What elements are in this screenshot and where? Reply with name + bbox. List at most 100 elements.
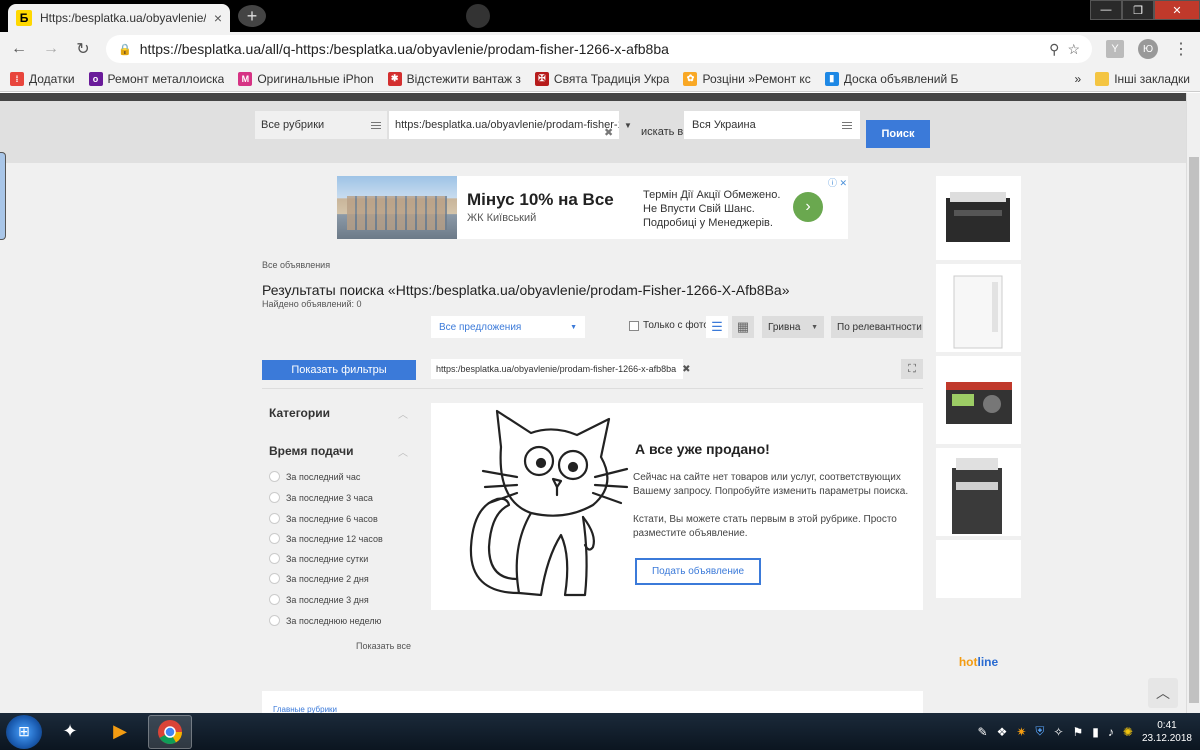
avast-icon[interactable]: ✷ <box>1016 725 1026 739</box>
radio-button[interactable] <box>269 471 280 482</box>
categories-heading[interactable]: Категории <box>269 406 330 420</box>
bag-icon: ▮ <box>824 71 839 86</box>
time-option[interactable]: За последние 2 дня <box>269 573 369 584</box>
clock[interactable]: 0:41 23.12.2018 <box>1142 719 1192 745</box>
currency-select[interactable]: Гривна ▼ <box>762 316 824 338</box>
search-dropdown-caret-icon[interactable]: ▼ <box>621 111 635 139</box>
scroll-to-top-button[interactable]: ︿ <box>1148 678 1178 708</box>
site-header-strip <box>0 93 1186 101</box>
cross-icon: ✠ <box>534 71 549 86</box>
time-option[interactable]: За последнюю неделю <box>269 615 381 626</box>
sort-select[interactable]: По релевантности ▼ <box>831 316 923 338</box>
bookmark-star-icon[interactable]: ☆ <box>1067 41 1080 58</box>
time-option[interactable]: За последние 12 часов <box>269 533 383 544</box>
profile-avatar[interactable]: Ю <box>1138 39 1158 59</box>
clock-date: 23.12.2018 <box>1141 732 1192 744</box>
search-input[interactable]: https:/besplatka.ua/obyavlenie/prodam-fi… <box>389 111 619 139</box>
ad-chevron-right-icon[interactable]: › <box>793 192 823 222</box>
search-button[interactable]: Поиск <box>866 120 930 148</box>
bookmarks-overflow-button[interactable]: » <box>1075 72 1082 86</box>
wand-tray-icon[interactable]: ✧ <box>1053 725 1063 739</box>
breadcrumb[interactable]: Все объявления <box>262 260 330 270</box>
checkbox-box[interactable] <box>629 320 639 331</box>
reload-icon[interactable]: ↻ <box>74 40 92 58</box>
radio-button[interactable] <box>269 513 280 524</box>
forward-arrow-icon[interactable]: → <box>42 40 60 58</box>
adchoices-icon[interactable]: ⓘ ✕ <box>828 176 847 189</box>
bookmark-item[interactable]: ✠ Свята Традиція Укра <box>534 71 669 86</box>
shield-icon[interactable]: ⛨ <box>1035 724 1044 739</box>
bookmark-item[interactable]: M Оригинальные iPhon <box>238 71 374 86</box>
radio-button[interactable] <box>269 533 280 544</box>
time-option[interactable]: За последний час <box>269 471 360 482</box>
main-categories-link[interactable]: Главные рубрики <box>273 705 337 713</box>
edge-widget[interactable] <box>0 152 6 240</box>
flag-icon[interactable]: ⚑ <box>1073 725 1084 739</box>
chrome-icon[interactable] <box>148 714 192 749</box>
other-bookmarks[interactable]: Інші закладки <box>1095 71 1190 86</box>
minimize-button[interactable]: — <box>1090 0 1122 20</box>
ad-description: Термін Дії Акції Обмежено. Не Впусти Сві… <box>643 189 781 229</box>
bookmark-item[interactable]: o Ремонт металлоиска <box>88 71 224 86</box>
radio-button[interactable] <box>269 615 280 626</box>
search-where-label: искать в <box>641 126 684 138</box>
back-arrow-icon[interactable]: ← <box>10 40 28 58</box>
binoculars-icon[interactable]: ⛶ <box>901 359 923 379</box>
zoom-icon[interactable]: ⚲ <box>1049 41 1059 58</box>
list-menu-icon <box>842 121 852 129</box>
new-tab-button[interactable]: + <box>238 5 266 27</box>
side-ad-copier[interactable] <box>936 176 1021 264</box>
time-option[interactable]: За последние сутки <box>269 553 368 564</box>
remove-tag-icon[interactable]: ✖ <box>682 364 690 375</box>
region-select[interactable]: Вся Украина <box>684 111 860 139</box>
offers-select[interactable]: Все предложения ▼ <box>431 316 585 338</box>
scrollbar-thumb[interactable] <box>1189 157 1199 703</box>
novaposhta-icon: ✱ <box>387 71 402 86</box>
post-ad-button[interactable]: Подать объявление <box>635 558 761 585</box>
bookmark-item[interactable]: ✱ Відстежити вантаж з <box>387 71 521 86</box>
time-heading[interactable]: Время подачи <box>269 444 353 458</box>
maximize-button[interactable]: ❐ <box>1122 0 1154 20</box>
clear-search-icon[interactable]: ✖ <box>604 126 613 139</box>
show-all-link[interactable]: Показать все <box>356 641 411 651</box>
side-ad-dehumidifier[interactable] <box>936 268 1021 356</box>
tab-close-icon[interactable]: × <box>214 10 222 26</box>
address-bar-url[interactable]: https://besplatka.ua/all/q-https:/bespla… <box>140 41 1041 57</box>
radio-button[interactable] <box>269 492 280 503</box>
time-option[interactable]: За последние 6 часов <box>269 513 378 524</box>
category-select[interactable]: Все рубрики <box>255 111 387 139</box>
grid-view-icon[interactable]: ▦ <box>732 316 754 338</box>
photo-only-checkbox[interactable]: Только с фото <box>629 320 709 331</box>
browser-tab[interactable]: Б Https:/besplatka.ua/obyavlenie/p × <box>8 4 230 32</box>
bookmark-item[interactable]: ⁞ Додатки <box>10 71 75 86</box>
side-ad-multimeter[interactable] <box>936 360 1021 448</box>
bookmark-item[interactable]: ✿ Розціни »Ремонт кс <box>683 71 811 86</box>
radio-button[interactable] <box>269 573 280 584</box>
chevron-down-icon: ▼ <box>811 323 818 331</box>
extension-y-icon[interactable]: Y <box>1106 40 1124 58</box>
time-option[interactable]: За последние 3 часа <box>269 492 373 503</box>
time-option[interactable]: За последние 3 дня <box>269 594 369 605</box>
ad-banner[interactable]: Мінус 10% на Все ЖК Київський Термін Дії… <box>337 176 848 239</box>
weather-icon[interactable]: ✺ <box>1123 725 1133 739</box>
windows-start-icon[interactable]: ⊞ <box>6 714 42 749</box>
chevron-up-icon[interactable]: ︿ <box>398 444 408 459</box>
close-window-button[interactable]: ✕ <box>1154 0 1200 20</box>
menu-kebab-icon[interactable]: ⋮ <box>1172 40 1190 58</box>
magic-wand-icon[interactable]: ✦ <box>48 715 92 749</box>
pen-tablet-icon[interactable]: ✎ <box>978 725 988 739</box>
dropbox-icon[interactable]: ❖ <box>997 725 1008 739</box>
bookmark-item[interactable]: ▮ Доска объявлений Б <box>824 71 958 86</box>
radio-button[interactable] <box>269 594 280 605</box>
hotline-logo[interactable]: hot line <box>936 636 1021 688</box>
show-filters-button[interactable]: Показать фильтры <box>262 360 416 380</box>
page-scrollbar[interactable] <box>1186 93 1200 713</box>
volume-icon[interactable]: ♪ <box>1108 725 1114 739</box>
media-player-icon[interactable]: ▶ <box>98 715 142 749</box>
chevron-up-icon[interactable]: ︿ <box>398 406 408 421</box>
side-ad-printer[interactable] <box>936 452 1021 540</box>
network-icon[interactable]: ▮ <box>1092 725 1099 739</box>
address-bar[interactable]: 🔒 https://besplatka.ua/all/q-https:/besp… <box>106 35 1092 63</box>
radio-button[interactable] <box>269 553 280 564</box>
list-view-icon[interactable]: ☰ <box>706 316 728 338</box>
